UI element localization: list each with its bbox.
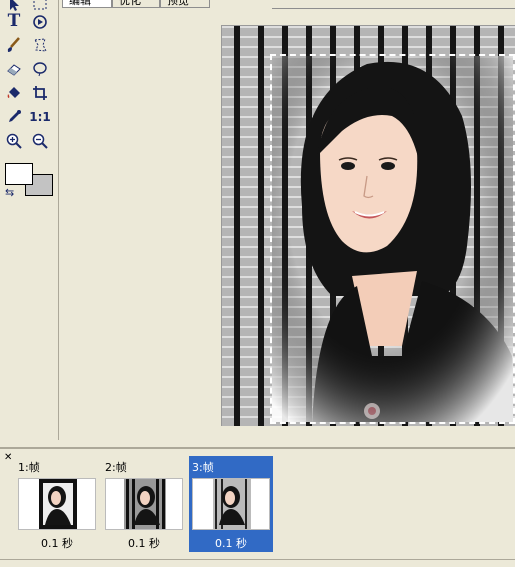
frame-label: 3:帧	[192, 461, 214, 474]
crop-icon[interactable]	[30, 83, 50, 103]
frame-2[interactable]: 2:帧 0.1 秒	[102, 456, 186, 552]
frame-thumbnail	[105, 478, 183, 530]
zoom-in-icon[interactable]	[4, 131, 24, 151]
lasso-icon[interactable]	[30, 35, 50, 55]
paint-bucket-icon[interactable]	[4, 83, 24, 103]
swap-colors-icon[interactable]: ⇆	[5, 186, 14, 199]
frames-panel: ✕ 1:帧 0.1 秒 2:帧 0.1 秒 3:帧 0.1 秒	[0, 447, 515, 567]
frame-delay[interactable]: 0.1 秒	[102, 535, 186, 551]
frame-thumbnail	[192, 478, 270, 530]
frame-thumbnail	[18, 478, 96, 530]
zoom-out-icon[interactable]	[30, 131, 50, 151]
rotate-icon[interactable]	[30, 12, 50, 32]
frame-1[interactable]: 1:帧 0.1 秒	[15, 456, 99, 552]
portrait-photo[interactable]	[270, 54, 515, 424]
frame-delay[interactable]: 0.1 秒	[15, 535, 99, 551]
tab-edit[interactable]: 编辑	[62, 0, 112, 8]
frame-delay[interactable]: 0.1 秒	[189, 535, 273, 551]
tab-optimize[interactable]: 优化	[112, 0, 160, 8]
ellipse-select-icon[interactable]	[30, 59, 50, 79]
frame-3[interactable]: 3:帧 0.1 秒	[189, 456, 273, 552]
frame-label: 1:帧	[18, 461, 40, 474]
brush-icon[interactable]	[4, 35, 24, 55]
actual-size-icon[interactable]: 1:1	[29, 107, 51, 127]
editor-tabs: 编辑 优化 预览	[62, 0, 515, 10]
close-icon[interactable]: ✕	[4, 452, 12, 463]
toolbox-panel: T 1:1 ⇆	[0, 0, 59, 440]
eraser-icon[interactable]	[4, 59, 24, 79]
text-tool-icon[interactable]: T	[4, 11, 24, 31]
tab-preview[interactable]: 预览	[160, 0, 210, 8]
frame-label: 2:帧	[105, 461, 127, 474]
eyedropper-icon[interactable]	[4, 107, 24, 127]
foreground-color-swatch[interactable]	[5, 163, 33, 185]
